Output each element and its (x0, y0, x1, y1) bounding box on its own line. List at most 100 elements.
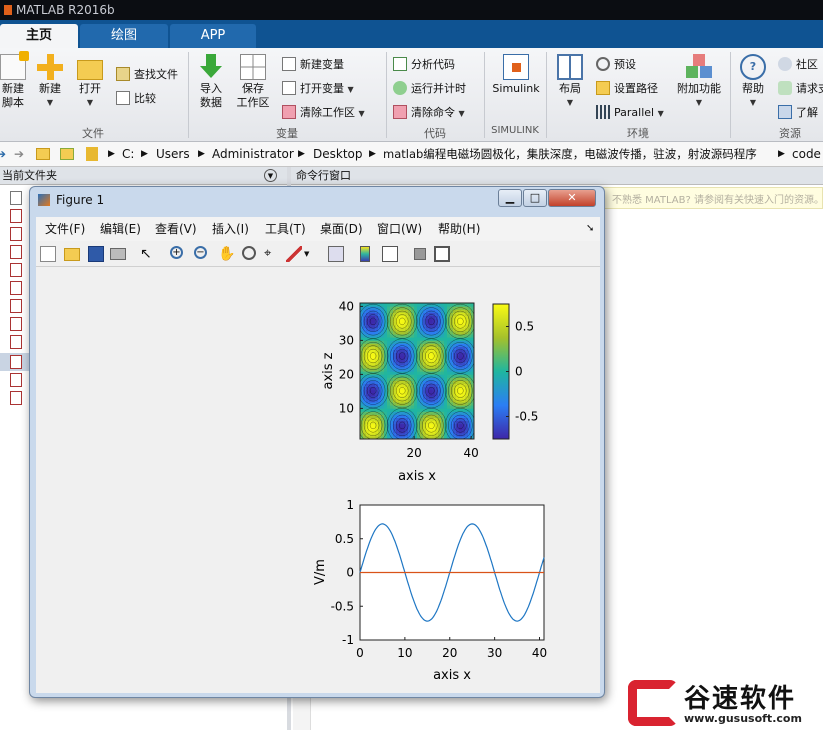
app-title-bar: MATLAB R2016b (0, 0, 823, 20)
brush-dropdown-icon[interactable]: ▼ (304, 246, 320, 262)
section-variable-label: 变量 (276, 127, 298, 140)
pointer-icon[interactable]: ↖ (140, 246, 156, 262)
legend-icon[interactable] (382, 246, 398, 262)
learn-button[interactable]: 了解 (778, 104, 818, 122)
tab-apps[interactable]: APP (170, 24, 256, 48)
menu-insert[interactable]: 插入(I) (212, 217, 249, 241)
browse-folder-icon[interactable] (60, 148, 74, 160)
clear-commands-button[interactable]: 清除命令 ▼ (393, 104, 465, 122)
forward-arrow-icon[interactable]: ➔ (14, 142, 24, 167)
colorbar-icon[interactable] (360, 246, 370, 262)
menu-window[interactable]: 窗口(W) (377, 217, 422, 241)
pan-icon[interactable]: ✋ (218, 246, 235, 262)
analyze-code-button[interactable]: 分析代码 (393, 56, 455, 74)
data-cursor-icon[interactable]: ⌖ (264, 246, 280, 262)
learn-icon (778, 105, 792, 119)
figure-canvas[interactable]: 20 40 10 20 30 40 axis x axis z 0.5 0 -0.5 0 10 2… (36, 267, 600, 693)
y-tick-label: -1 (342, 633, 354, 647)
eraser-icon (282, 105, 296, 119)
close-button[interactable]: ✕ (548, 189, 596, 207)
run-and-time-button[interactable]: 运行并计时 (393, 80, 466, 98)
rotate-3d-icon[interactable] (242, 246, 256, 260)
new-variable-button[interactable]: 新建变量 (282, 56, 344, 74)
m-file-icon[interactable] (10, 299, 22, 313)
panel-menu-icon[interactable]: ▼ (264, 169, 277, 182)
section-divider (188, 52, 189, 138)
menu-file[interactable]: 文件(F) (45, 217, 85, 241)
help-button[interactable]: ? 帮助 ▼ (732, 54, 774, 110)
zoom-out-icon[interactable]: − (194, 246, 207, 259)
minimize-icon: ▁ (505, 191, 515, 204)
clear-workspace-button[interactable]: 清除工作区 ▼ (282, 104, 365, 122)
new-figure-icon[interactable] (40, 246, 56, 262)
chevron-down-icon: ▼ (566, 98, 574, 107)
menu-desktop[interactable]: 桌面(D) (320, 217, 363, 241)
parallel-button[interactable]: Parallel ▼ (596, 104, 664, 122)
figure-window[interactable]: Figure 1 ▁ □ ✕ 文件(F) 编辑(E) 查看(V) 插入(I) 工… (29, 186, 605, 698)
path-segment[interactable]: Administrator (212, 142, 294, 167)
community-button[interactable]: 社区 (778, 56, 818, 74)
link-plot-icon[interactable] (328, 246, 344, 262)
address-bar: ➔ ➔ ▶ C: ▶ Users ▶ Administrator ▶ Deskt… (0, 142, 823, 167)
m-file-icon[interactable] (10, 355, 22, 369)
colorbar-tick-label: 0 (515, 365, 523, 379)
import-data-button[interactable]: 导入 数据 (190, 54, 232, 110)
save-icon[interactable] (88, 246, 104, 262)
path-segment[interactable]: matlab编程电磁场圆极化，集肤深度，电磁波传播，驻波，射波源码程序 (383, 142, 757, 167)
file-icon[interactable] (10, 191, 22, 205)
y-tick-label: 40 (339, 299, 354, 313)
m-file-icon[interactable] (10, 391, 22, 405)
minimize-button[interactable]: ▁ (498, 189, 522, 207)
chevron-down-icon: ▼ (86, 98, 94, 107)
m-file-icon[interactable] (10, 245, 22, 259)
m-file-icon[interactable] (10, 281, 22, 295)
layout-icon (557, 54, 583, 80)
tab-plots[interactable]: 绘图 (80, 24, 168, 48)
path-segment[interactable]: C: (122, 142, 134, 167)
m-file-icon[interactable] (10, 209, 22, 223)
path-separator-icon: ▶ (778, 149, 785, 159)
m-file-icon[interactable] (10, 373, 22, 387)
menu-edit[interactable]: 编辑(E) (100, 217, 141, 241)
path-segment[interactable]: code (792, 142, 821, 167)
show-plot-tools-icon[interactable] (434, 246, 450, 262)
matlab-logo-icon (4, 5, 12, 15)
simulink-button[interactable]: Simulink (490, 54, 542, 96)
set-path-icon (596, 81, 610, 95)
open-file-icon[interactable] (64, 248, 80, 261)
close-icon: ✕ (567, 191, 577, 204)
m-file-icon[interactable] (10, 263, 22, 277)
m-file-icon[interactable] (10, 227, 22, 241)
menu-help[interactable]: 帮助(H) (438, 217, 480, 241)
set-path-button[interactable]: 设置路径 (596, 80, 658, 98)
m-file-icon[interactable] (10, 317, 22, 331)
menu-tools[interactable]: 工具(T) (265, 217, 306, 241)
maximize-button[interactable]: □ (523, 189, 547, 207)
menu-view[interactable]: 查看(V) (155, 217, 197, 241)
new-button[interactable]: 新建 ▼ (29, 54, 71, 110)
find-files-button[interactable]: 查找文件 (116, 66, 178, 84)
current-folder-header: 当前文件夹 ▼ (0, 167, 287, 185)
preferences-button[interactable]: 预设 (596, 56, 636, 74)
compare-button[interactable]: 比较 (116, 90, 156, 108)
tab-home[interactable]: 主页 (0, 24, 78, 48)
save-workspace-button[interactable]: 保存 工作区 (232, 54, 274, 110)
back-arrow-icon[interactable]: ➔ (0, 142, 6, 167)
print-icon[interactable] (110, 248, 126, 260)
open-variable-button[interactable]: 打开变量 ▼ (282, 80, 354, 98)
watermark-url: www.gususoft.com (684, 712, 802, 725)
up-folder-icon[interactable] (36, 148, 50, 160)
brush-icon[interactable] (286, 246, 302, 262)
m-file-icon[interactable] (10, 335, 22, 349)
path-segment[interactable]: Desktop (313, 142, 363, 167)
open-button[interactable]: 打开 ▼ (69, 54, 111, 110)
hide-plot-tools-icon[interactable] (414, 248, 426, 260)
layout-button[interactable]: 布局 ▼ (549, 54, 591, 110)
zoom-in-icon[interactable]: + (170, 246, 183, 259)
compare-icon (116, 91, 130, 105)
dock-arrow-icon[interactable]: ➘ (586, 217, 594, 241)
add-ons-button[interactable]: 附加功能 ▼ (674, 54, 724, 110)
path-separator-icon: ▶ (369, 149, 376, 159)
request-support-button[interactable]: 请求支 (778, 80, 823, 98)
path-segment[interactable]: Users (156, 142, 190, 167)
